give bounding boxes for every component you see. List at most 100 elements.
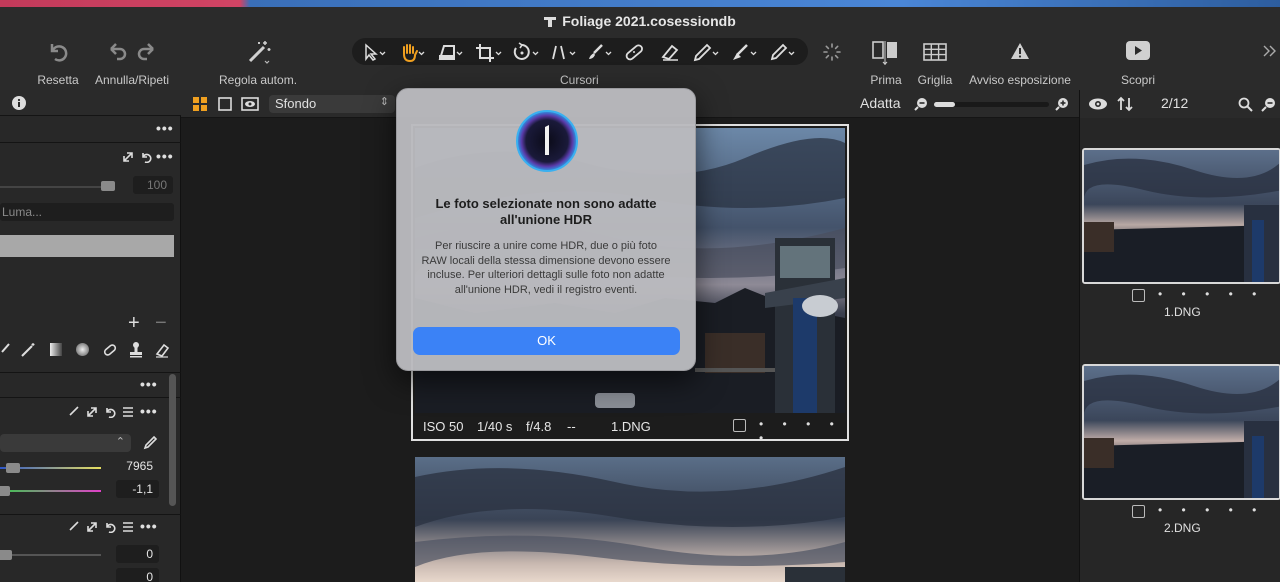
ok-button[interactable]: OK: [413, 327, 680, 355]
mask-preview-bar: [0, 235, 174, 257]
remove-icon[interactable]: −: [155, 312, 167, 335]
more-icon-2[interactable]: •••: [156, 148, 174, 164]
preset-list-icon-2[interactable]: [122, 521, 134, 533]
session-file-icon: [544, 17, 557, 27]
crop-icon[interactable]: [472, 42, 504, 62]
gradient-icon[interactable]: [728, 42, 760, 62]
opacity-slider-track[interactable]: [0, 186, 110, 188]
wb-picker-icon[interactable]: [142, 435, 158, 451]
straighten-icon[interactable]: [434, 42, 466, 62]
add-icon[interactable]: +: [128, 312, 140, 335]
exposure-value[interactable]: 0: [116, 545, 159, 563]
thumbnail-2-rating[interactable]: • • • • •: [1158, 503, 1264, 517]
thumbnail-2-name: 2.DNG: [1164, 521, 1201, 535]
opacity-slider-knob[interactable]: [101, 181, 115, 191]
photo-rating[interactable]: • • • • •: [759, 417, 847, 445]
zoom-thumbs-icon[interactable]: [1261, 97, 1276, 112]
photo-filename: 1.DNG: [611, 419, 651, 434]
picker-icon[interactable]: [690, 42, 722, 62]
zoom-slider[interactable]: [934, 102, 1049, 107]
exposure-tool-row: •••: [0, 514, 181, 538]
zoom-in-icon[interactable]: [1055, 97, 1069, 111]
opacity-value[interactable]: 100: [133, 176, 173, 194]
proof-view-icon[interactable]: [241, 97, 259, 111]
wand-mask-icon[interactable]: [20, 342, 36, 358]
select-chevron-icon-2: ⇕: [379, 96, 389, 108]
capture-one-app: Foliage 2021.cosessiondb Resetta Annulla…: [0, 0, 1280, 582]
expand-icon-2[interactable]: [86, 406, 98, 418]
thumbnail-1-image: [1084, 150, 1279, 282]
picker-tool-icon[interactable]: [68, 406, 80, 418]
photo-select-checkbox[interactable]: [733, 419, 746, 432]
contrast-value[interactable]: 0: [116, 568, 159, 582]
zoom-out-icon[interactable]: [914, 97, 928, 111]
temperature-value[interactable]: 7965: [116, 457, 159, 475]
heal-icon[interactable]: [620, 42, 652, 62]
expand-icon[interactable]: [122, 151, 134, 163]
hdr-merge-alert: Le foto selezionate non sono adatte all'…: [396, 88, 696, 371]
next-photo[interactable]: [415, 457, 845, 582]
picker-tool-icon-2[interactable]: [68, 521, 80, 533]
iso-value: ISO 50: [423, 419, 464, 434]
info-icon[interactable]: [12, 96, 26, 110]
more-icon[interactable]: •••: [156, 120, 174, 136]
thumbnail-1-checkbox[interactable]: [1132, 289, 1145, 302]
annotate-icon[interactable]: [766, 42, 798, 62]
expand-icon-3[interactable]: [86, 521, 98, 533]
radial-gradient-icon[interactable]: [76, 343, 89, 356]
exposure-slider-track[interactable]: [0, 554, 101, 556]
thumbnail-1[interactable]: [1082, 148, 1280, 284]
next-photo-image: [415, 457, 845, 582]
shutter-value: 1/40 s: [477, 419, 513, 434]
keystone-icon[interactable]: [548, 42, 580, 62]
exposure-slider-knob[interactable]: [0, 550, 12, 560]
linear-gradient-icon[interactable]: [50, 343, 62, 356]
brush-icon[interactable]: [584, 42, 616, 62]
left-tools-panel: ••• ••• 100 Luma... + − ••• ••• ⌃ 7965 -…: [0, 90, 181, 582]
main-toolbar: Resetta Annulla/Ripeti Regola autom. Cur…: [0, 33, 1280, 90]
eraser-mask-icon[interactable]: [154, 342, 170, 358]
grid-view-icon[interactable]: [193, 97, 207, 111]
sort-icon[interactable]: [1117, 96, 1133, 112]
brush-mask-icon[interactable]: [0, 342, 10, 358]
magic-wand-icon: [248, 41, 271, 64]
rotate-icon[interactable]: [510, 42, 542, 62]
reset-tool-icon-3[interactable]: [104, 521, 116, 533]
tool-header-2: •••: [0, 144, 181, 170]
panel-scrollbar[interactable]: [169, 374, 176, 506]
panel-tabs: [0, 90, 181, 116]
clone-stamp-icon[interactable]: [128, 341, 144, 358]
tool-header: •••: [0, 117, 181, 143]
reset-tool-icon[interactable]: [140, 151, 152, 163]
thumbnail-2[interactable]: [1082, 364, 1280, 500]
more-icon-3[interactable]: •••: [140, 376, 158, 392]
more-icon-5[interactable]: •••: [140, 518, 158, 534]
heal-mask-icon[interactable]: [102, 342, 118, 358]
dialog-title: Le foto selezionate non sono adatte all'…: [435, 196, 657, 227]
window-title: Foliage 2021.cosessiondb: [0, 13, 1280, 29]
reset-tool-icon-2[interactable]: [104, 406, 116, 418]
thumbnail-1-rating[interactable]: • • • • •: [1158, 287, 1264, 301]
tint-slider-track[interactable]: [0, 490, 101, 492]
search-icon[interactable]: [1238, 97, 1253, 112]
before-icon: [872, 41, 897, 65]
tint-slider-knob[interactable]: [0, 486, 10, 496]
single-view-icon[interactable]: [218, 97, 232, 111]
fit-label[interactable]: Adatta: [860, 95, 900, 111]
background-select[interactable]: Sfondo ⇕: [269, 95, 395, 113]
select-cursor-icon[interactable]: [358, 42, 390, 62]
temperature-slider-knob[interactable]: [6, 463, 20, 473]
thumbnail-2-checkbox[interactable]: [1132, 505, 1145, 518]
eye-icon[interactable]: [1088, 98, 1108, 110]
preset-list-icon[interactable]: [122, 406, 134, 418]
browser-panel: • • • • • 1.DNG • • • • • 2.DNG: [1079, 118, 1280, 582]
hand-icon[interactable]: [396, 42, 428, 62]
wb-mode-select[interactable]: ⌃: [0, 434, 131, 452]
luma-field[interactable]: Luma...: [0, 203, 174, 221]
chevron-right-icon[interactable]: [1262, 43, 1278, 59]
warning-icon: [1011, 43, 1029, 59]
wb-tool-row: •••: [0, 400, 181, 424]
more-icon-4[interactable]: •••: [140, 403, 158, 419]
eraser-icon[interactable]: [656, 42, 688, 62]
tint-value[interactable]: -1,1: [116, 480, 159, 498]
